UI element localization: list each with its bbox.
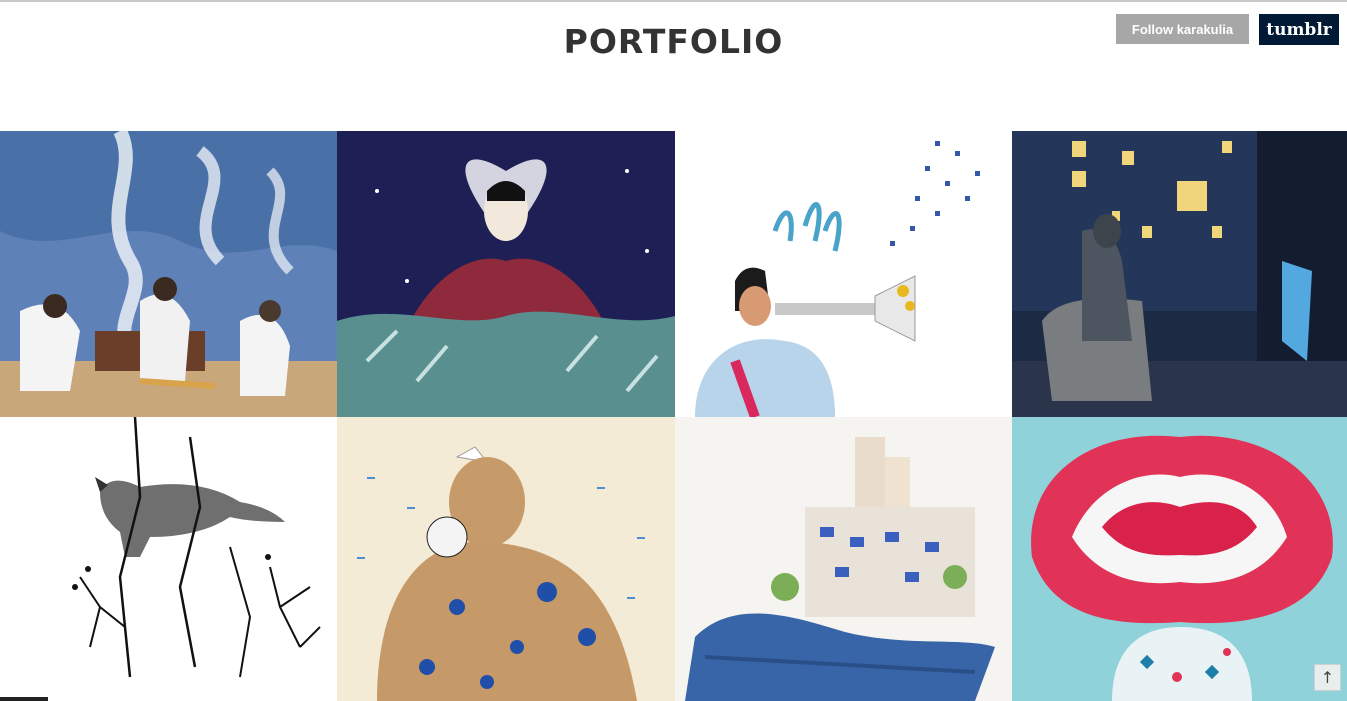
portfolio-tile-8[interactable] (1012, 417, 1347, 701)
red-flower-image (1012, 417, 1347, 701)
scroll-to-top-button[interactable]: ↑ (1314, 664, 1341, 691)
portfolio-tile-3[interactable] (675, 131, 1012, 417)
portfolio-tile-4[interactable] (1012, 131, 1347, 417)
portfolio-grid (0, 131, 1347, 701)
portfolio-tile-5[interactable] (0, 417, 337, 701)
portfolio-tile-7[interactable] (675, 417, 1012, 701)
bottom-edge-bar (0, 697, 48, 701)
portfolio-tile-1[interactable] (0, 131, 337, 417)
fox-branches-image (0, 417, 337, 701)
night-window-image (1012, 131, 1347, 417)
portfolio-tile-2[interactable] (337, 131, 675, 417)
tattooed-sailor-image (337, 417, 675, 701)
tumblr-logo[interactable]: tumblr (1259, 14, 1339, 45)
arrow-up-icon: ↑ (1320, 668, 1335, 687)
lace-queen-image (337, 131, 675, 417)
follow-button[interactable]: Follow karakulia (1116, 14, 1249, 44)
trumpet-player-image (675, 131, 1012, 417)
portfolio-tile-6[interactable] (337, 417, 675, 701)
boat-town-image (675, 417, 1012, 701)
smoking-men-image (0, 131, 337, 417)
